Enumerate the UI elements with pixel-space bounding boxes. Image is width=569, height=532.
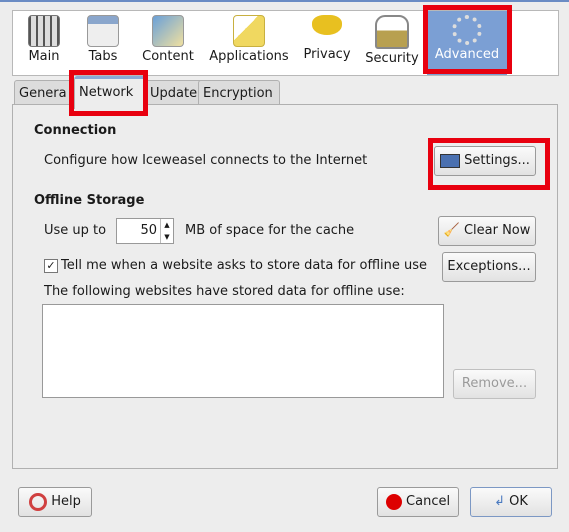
label: Clear Now [463,223,531,238]
cache-size-spinner[interactable]: 50 ▲ ▼ [116,218,174,244]
label: Applications [209,49,289,64]
label: Exceptions... [447,259,531,274]
cancel-button[interactable]: Cancel [377,487,459,517]
connection-heading: Connection [34,123,117,138]
offline-sites-list[interactable] [42,304,444,398]
label: Remove... [461,376,528,391]
mask-icon [312,15,342,35]
offline-heading: Offline Storage [34,193,145,208]
remove-button: Remove... [453,369,536,399]
highlight-settings [428,138,550,190]
applications-icon [233,15,265,47]
highlight-advanced [423,5,512,74]
label: Help [51,494,81,509]
stop-icon [385,493,402,510]
label: Update [150,86,198,101]
help-button[interactable]: Help [18,487,92,517]
cache-suffix: MB of space for the cache [185,223,355,238]
toolbar-privacy[interactable]: Privacy [297,11,357,75]
label: Tabs [88,49,118,64]
clear-now-button[interactable]: 🧹 Clear Now [438,216,536,246]
tell-me-label: Tell me when a website asks to store dat… [61,258,428,273]
broom-icon: 🧹 [443,223,460,238]
enter-arrow-icon: ↲ [494,494,505,509]
toolbar-security[interactable]: Security [361,11,423,75]
label: Content [142,49,194,64]
toolbar-applications[interactable]: Applications [205,11,293,75]
highlight-network [69,70,148,116]
tab-encryption[interactable]: Encryption [198,80,280,105]
window-top-border [0,0,569,2]
label: Encryption [203,86,273,101]
ok-button[interactable]: ↲ OK [470,487,552,517]
padlock-icon [375,15,409,49]
sliders-icon [28,15,60,47]
value: 50 [140,223,157,238]
label: Security [365,51,419,66]
connection-description: Configure how Iceweasel connects to the … [44,153,368,168]
list-label: The following websites have stored data … [44,284,405,299]
toolbar-tabs[interactable]: Tabs [77,11,129,75]
exceptions-button[interactable]: Exceptions... [442,252,536,282]
spin-arrows-icon[interactable]: ▲ ▼ [160,219,173,243]
content-document-icon [152,15,184,47]
label: Main [28,49,60,64]
toolbar-main[interactable]: Main [19,11,69,75]
label: Genera [19,86,67,101]
lifebuoy-icon [29,492,48,511]
tab-general[interactable]: Genera [14,80,76,105]
tell-me-checkbox[interactable]: ✓ [44,259,58,273]
label: Cancel [406,494,451,509]
tabs-window-icon [87,15,119,47]
use-up-to-label: Use up to [44,223,107,238]
label: OK [509,494,528,509]
label: Privacy [303,47,351,62]
toolbar-content[interactable]: Content [137,11,199,75]
tab-update[interactable]: Update [145,80,203,105]
